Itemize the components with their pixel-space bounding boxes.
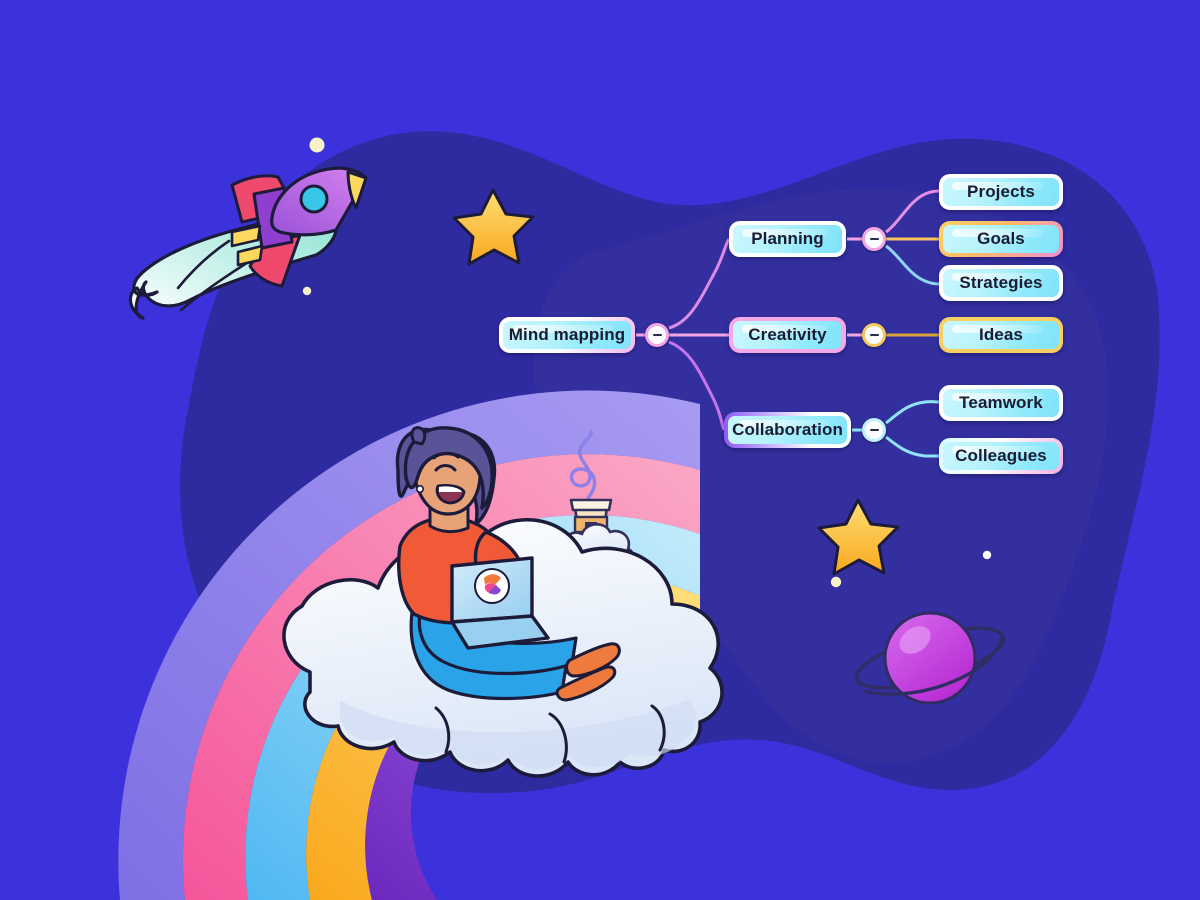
mindmap-illustration-canvas: Mind mapping Planning Projects Goals Str…: [0, 0, 1200, 900]
node-label: Creativity: [748, 325, 827, 344]
node-label: Projects: [967, 182, 1035, 201]
node-creativity[interactable]: Creativity: [729, 317, 846, 353]
node-label: Colleagues: [955, 446, 1047, 465]
node-goals[interactable]: Goals: [939, 221, 1063, 257]
collapse-planning-button[interactable]: [862, 227, 886, 251]
node-label: Teamwork: [959, 393, 1043, 412]
mindmap-nodes: Mind mapping Planning Projects Goals Str…: [0, 0, 1200, 900]
node-label: Planning: [751, 229, 824, 248]
node-label: Ideas: [979, 325, 1023, 344]
node-collaboration[interactable]: Collaboration: [724, 412, 851, 448]
node-ideas[interactable]: Ideas: [939, 317, 1063, 353]
node-label: Goals: [977, 229, 1025, 248]
node-label: Strategies: [959, 273, 1043, 292]
node-mind-mapping[interactable]: Mind mapping: [499, 317, 635, 353]
node-label: Collaboration: [732, 420, 843, 439]
collapse-root-button[interactable]: [645, 323, 669, 347]
collapse-creativity-button[interactable]: [862, 323, 886, 347]
node-strategies[interactable]: Strategies: [939, 265, 1063, 301]
node-teamwork[interactable]: Teamwork: [939, 385, 1063, 421]
node-planning[interactable]: Planning: [729, 221, 846, 257]
node-colleagues[interactable]: Colleagues: [939, 438, 1063, 474]
node-projects[interactable]: Projects: [939, 174, 1063, 210]
collapse-collaboration-button[interactable]: [862, 418, 886, 442]
node-label: Mind mapping: [508, 325, 626, 344]
